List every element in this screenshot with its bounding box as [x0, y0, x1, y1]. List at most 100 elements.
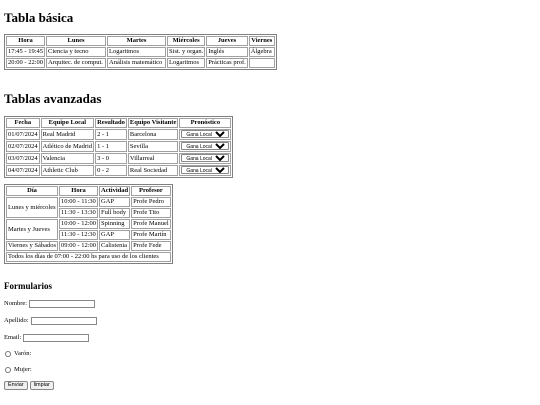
tabla-horarios: Día Hora Actividad Profesor Lunes y miér… — [4, 184, 173, 264]
apellido-input[interactable] — [30, 316, 97, 325]
enviar-button[interactable]: Enviar — [4, 381, 28, 390]
varon-label: Varón: — [14, 350, 32, 357]
apellido-label: Apellido: — [4, 317, 29, 324]
cell-pronostico: Gana Local — [179, 129, 232, 140]
cell: 09:00 - 12:00 — [59, 241, 99, 251]
cell: Inglés — [206, 47, 248, 57]
cell-pronostico: Gana Local — [179, 153, 232, 164]
cell: Ciencia y tecno — [46, 47, 107, 57]
table-row: Viernes y Sábados 09:00 - 12:00 Calisten… — [6, 241, 171, 251]
cell: 20:00 - 22:00 — [6, 58, 46, 68]
cell: 04/07/2024 — [6, 165, 40, 176]
col-hora: Hora — [59, 186, 99, 196]
table-row: 17:45 - 19:45 Ciencia y tecno Logaritmos… — [6, 47, 275, 57]
nombre-label: Nombre: — [4, 300, 28, 307]
cell: Spinning — [99, 219, 131, 229]
cell — [248, 58, 275, 68]
table-row: 20:00 - 22:00 Arquitec. de comput. Análi… — [6, 58, 275, 68]
pronostico-select[interactable]: Gana Local — [181, 154, 230, 162]
cell-pronostico: Gana Local — [179, 165, 232, 176]
cell: 11:30 - 13:30 — [59, 208, 99, 218]
cell: 10:00 - 11:30 — [59, 197, 99, 207]
table-row: 03/07/2024 Valencia 3 - 0 Villarreal Gan… — [6, 153, 232, 164]
cell: 1 - 1 — [95, 141, 127, 152]
cell: Calistenia — [99, 241, 131, 251]
cell: Profe Martín — [131, 230, 171, 240]
cell-dia: Viernes y Sábados — [6, 241, 58, 251]
cell: 17:45 - 19:45 — [6, 47, 46, 57]
email-label: Email: — [4, 334, 22, 341]
col-actividad: Actividad — [99, 186, 131, 196]
col-jueves: Jueves — [206, 36, 248, 46]
table-footer-row: Todos los días de 07:00 - 22:00 hs para … — [6, 252, 171, 262]
cell-pronostico: Gana Local — [179, 141, 232, 152]
pronostico-select[interactable]: Gana Local — [181, 142, 230, 150]
limpiar-button[interactable]: limpiar — [29, 381, 54, 390]
cell: Análisis matemático — [107, 58, 167, 68]
cell: 10:00 - 12:00 — [59, 219, 99, 229]
heading-tabla-basica: Tabla básica — [4, 10, 74, 25]
cell: 02/07/2024 — [6, 141, 40, 152]
pronostico-select[interactable]: Gana Local — [181, 130, 230, 138]
nombre-input[interactable] — [29, 299, 96, 308]
email-input[interactable] — [23, 333, 90, 342]
cell: Barcelona — [127, 129, 179, 140]
mujer-radio[interactable] — [5, 366, 11, 373]
pronostico-select[interactable]: Gana Local — [181, 166, 230, 174]
form-buttons: Enviar limpiar — [4, 381, 56, 390]
cell: Logaritmos — [107, 47, 167, 57]
form-row-apellido: Apellido: — [4, 316, 97, 325]
cell: Real Madrid — [40, 129, 95, 140]
varon-radio[interactable] — [5, 350, 11, 357]
form-row-mujer: Mujer: — [4, 365, 32, 374]
col-equipo-local: Equipo Local — [40, 118, 95, 128]
cell: Profe Pedro — [131, 197, 171, 207]
table-row: 01/07/2024 Real Madrid 2 - 1 Barcelona G… — [6, 129, 232, 140]
cell: 03/07/2024 — [6, 153, 40, 164]
cell: Real Sociedad — [127, 165, 179, 176]
col-miercoles: Miércoles — [167, 36, 206, 46]
cell: Sist. y organ. — [167, 47, 206, 57]
col-lunes: Lunes — [46, 36, 107, 46]
form-row-nombre: Nombre: — [4, 299, 96, 308]
cell: 01/07/2024 — [6, 129, 40, 140]
cell: Profe Fede — [131, 241, 171, 251]
cell: Sevilla — [127, 141, 179, 152]
table-row: Lunes y miércoles 10:00 - 11:30 GAP Prof… — [6, 197, 171, 218]
col-martes: Martes — [107, 36, 167, 46]
cell: Villarreal — [127, 153, 179, 164]
cell-dia: Lunes y miércoles — [6, 197, 58, 218]
form-row-varon: Varón: — [4, 349, 31, 358]
cell: 2 - 1 — [95, 129, 127, 140]
col-fecha: Fecha — [6, 118, 40, 128]
cell: Profe Tito — [131, 208, 171, 218]
table-row: 04/07/2024 Athletic Club 0 - 2 Real Soci… — [6, 165, 232, 176]
col-hora: Hora — [6, 36, 46, 46]
cell: Profe Manuel — [131, 219, 171, 229]
table-row: 02/07/2024 Atlético de Madrid 1 - 1 Sevi… — [6, 141, 232, 152]
col-equipo-visitante: Equipo Visitante — [127, 118, 179, 128]
col-profesor: Profesor — [131, 186, 171, 196]
col-resultado: Resultado — [95, 118, 127, 128]
cell: GAP — [99, 230, 131, 240]
cell: Arquitec. de comput. — [46, 58, 107, 68]
col-viernes: Viernes — [248, 36, 275, 46]
table-header-row: Fecha Equipo Local Resultado Equipo Visi… — [6, 118, 232, 128]
heading-tablas-avanzadas: Tablas avanzadas — [4, 91, 102, 106]
tabla-resultados: Fecha Equipo Local Resultado Equipo Visi… — [4, 116, 234, 178]
table-row: Martes y Jueves 10:00 - 12:00 Spinning P… — [6, 219, 171, 240]
cell-footer: Todos los días de 07:00 - 22:00 hs para … — [6, 252, 171, 262]
table-header-row: Día Hora Actividad Profesor — [6, 186, 171, 196]
cell: Prácticas prof. — [206, 58, 248, 68]
form-row-email: Email: — [4, 333, 90, 342]
cell: 0 - 2 — [95, 165, 127, 176]
cell: Athletic Club — [40, 165, 95, 176]
col-dia: Día — [6, 186, 58, 196]
col-pronostico: Pronóstico — [179, 118, 232, 128]
cell: Logaritmos — [167, 58, 206, 68]
table-header-row: Hora Lunes Martes Miércoles Jueves Viern… — [6, 36, 275, 46]
cell: GAP — [99, 197, 131, 207]
cell: Álgebra — [248, 47, 275, 57]
tabla-basica: Hora Lunes Martes Miércoles Jueves Viern… — [4, 34, 277, 70]
cell: 11:30 - 12:30 — [59, 230, 99, 240]
